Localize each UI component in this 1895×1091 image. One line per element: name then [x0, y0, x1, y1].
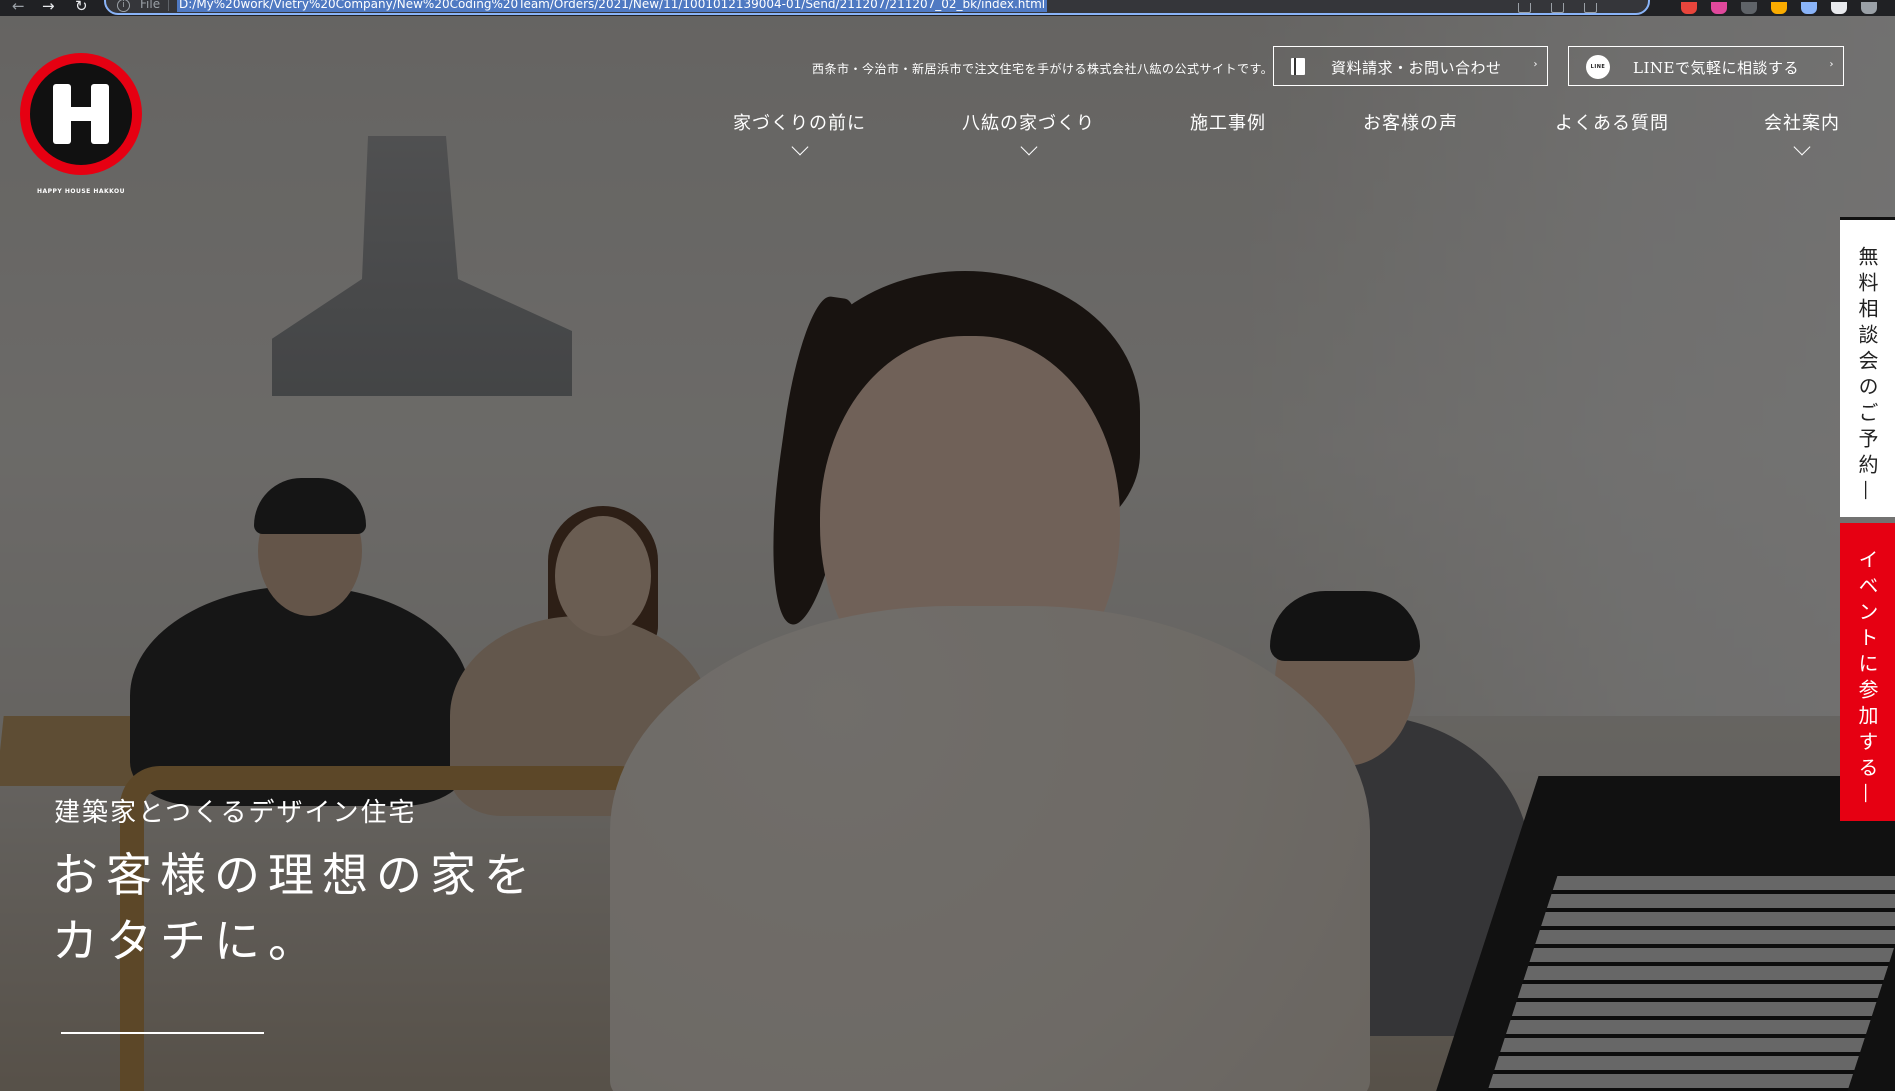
- info-icon[interactable]: i: [117, 0, 130, 12]
- dash-icon: —: [1855, 783, 1880, 809]
- omnibox-actions: [1518, 0, 1597, 16]
- nav-item-faq[interactable]: よくある質問: [1555, 109, 1669, 135]
- hero-subcopy: 建築家とつくるデザイン住宅: [54, 798, 417, 828]
- free-consultation-tab[interactable]: 無料相談会のご予約 —: [1840, 217, 1895, 517]
- nav-item-hakkou-building[interactable]: 八紘の家づくり: [962, 109, 1095, 156]
- chevron-right-icon: ›: [1829, 59, 1834, 70]
- extensions-bar: [1681, 0, 1877, 16]
- translate-icon[interactable]: [1518, 3, 1531, 13]
- extension-icon[interactable]: [1711, 2, 1727, 14]
- contact-button-label: 資料請求・お問い合わせ: [1331, 59, 1502, 77]
- forward-arrow-icon[interactable]: →: [42, 0, 55, 15]
- chevron-down-icon: [1020, 138, 1037, 156]
- chevron-down-icon: [1793, 138, 1811, 156]
- global-nav: 家づくりの前に 八紘の家づくり 施工事例 お客様の声 よくある質問 会社案内: [0, 109, 1895, 159]
- omnibox-divider: [168, 0, 169, 11]
- browser-toolbar: ← → ↻ i File D:/My%20work/Vietry%20Compa…: [0, 0, 1895, 16]
- hero-divider: [61, 1032, 264, 1034]
- nav-item-label: 施工事例: [1190, 113, 1266, 134]
- chevron-down-icon: [791, 138, 808, 156]
- hero-section: HAPPY HOUSE HAKKOU 西条市・今治市・新居浜市で注文住宅を手がけ…: [0, 16, 1895, 1091]
- event-join-label: イベントに参加する: [1855, 549, 1879, 783]
- bookmark-star-icon[interactable]: [1584, 3, 1597, 13]
- free-consultation-label: 無料相談会のご予約: [1855, 246, 1879, 480]
- nav-item-company[interactable]: 会社案内: [1764, 109, 1840, 156]
- nav-item-works[interactable]: 施工事例: [1190, 109, 1266, 135]
- hero-heading-line: お客様の理想の家を: [52, 848, 538, 902]
- reload-icon[interactable]: ↻: [75, 0, 88, 15]
- hero-heading: お客様の理想の家を カタチに。: [52, 842, 538, 974]
- nav-item-label: お客様の声: [1363, 113, 1458, 134]
- nav-item-before-building[interactable]: 家づくりの前に: [733, 109, 866, 156]
- profile-avatar-icon[interactable]: [1861, 2, 1877, 14]
- scheme-label: File: [140, 0, 161, 11]
- url-text[interactable]: D:/My%20work/Vietry%20Company/New%20Codi…: [177, 0, 1048, 12]
- nav-item-label: 会社案内: [1764, 113, 1840, 134]
- dash-icon: —: [1855, 480, 1880, 506]
- extension-icon[interactable]: [1681, 2, 1697, 14]
- nav-item-label: 家づくりの前に: [733, 113, 866, 134]
- nav-item-label: 八紘の家づくり: [962, 113, 1095, 134]
- extension-icon[interactable]: [1741, 2, 1757, 14]
- puzzle-icon[interactable]: [1831, 2, 1847, 14]
- nav-item-voices[interactable]: お客様の声: [1363, 109, 1458, 135]
- site-tagline: 西条市・今治市・新居浜市で注文住宅を手がける株式会社八紘の公式サイトです。: [812, 62, 1274, 76]
- document-icon: [1291, 58, 1305, 75]
- event-join-tab[interactable]: イベントに参加する —: [1840, 523, 1895, 821]
- extension-icon[interactable]: [1801, 2, 1817, 14]
- extension-icon[interactable]: [1771, 2, 1787, 14]
- hero-heading-line: カタチに。: [52, 914, 322, 968]
- chevron-right-icon: ›: [1533, 59, 1538, 70]
- back-arrow-icon[interactable]: ←: [12, 0, 25, 15]
- contact-button[interactable]: 資料請求・お問い合わせ ›: [1273, 46, 1548, 86]
- share-icon[interactable]: [1551, 3, 1564, 13]
- address-bar[interactable]: i File D:/My%20work/Vietry%20Company/New…: [104, 0, 1650, 15]
- line-button-label: LINEで気軽に相談する: [1633, 59, 1799, 77]
- nav-item-label: よくある質問: [1555, 113, 1669, 134]
- line-consult-button[interactable]: LINE LINEで気軽に相談する ›: [1568, 46, 1844, 86]
- logo-wordmark: HAPPY HOUSE HAKKOU: [36, 188, 126, 195]
- line-icon: LINE: [1586, 55, 1610, 79]
